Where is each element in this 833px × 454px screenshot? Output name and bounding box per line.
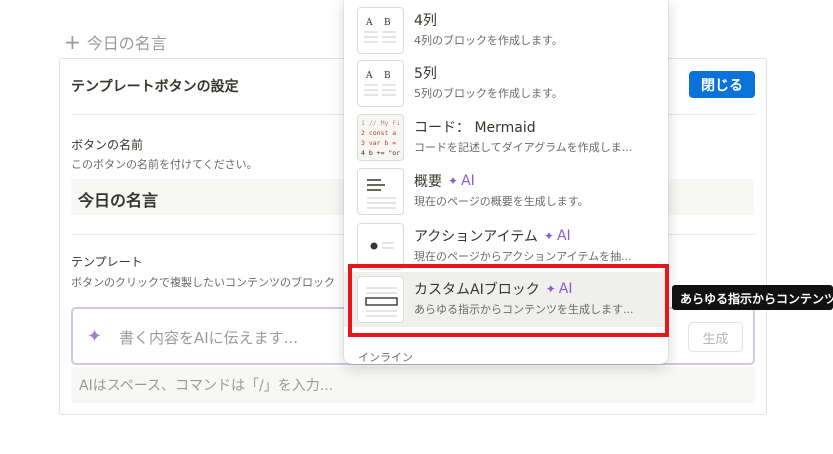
template-help: ボタンのクリックで複製したいコンテンツのブロック [71, 276, 335, 289]
menu-item-title: コード： Mermaid [414, 120, 536, 136]
menu-item-desc: 5列のブロックを作成します。 [414, 87, 563, 100]
background-heading-text: 今日の名言 [86, 34, 167, 53]
menu-item-title: 5列 [414, 66, 437, 82]
svg-text:1 // My Fi: 1 // My Fi [361, 119, 400, 127]
button-name-help: このボタンの名前を付けてください。 [71, 158, 258, 171]
svg-text:3 var b =: 3 var b = [361, 139, 396, 147]
menu-item-title: 4列 [414, 13, 437, 29]
menu-item-desc: 現在のページからアクションアイテムを抽... [414, 250, 632, 263]
thumb-letter: A [365, 71, 373, 81]
thumb-letter: B [384, 18, 391, 28]
menu-item-title: アクションアイテム ✦ AI [414, 228, 571, 245]
ai-prompt-input[interactable]: 書く内容をAIに伝えます... [119, 327, 298, 348]
plus-icon: + [64, 30, 81, 54]
close-button[interactable]: 閉じる [689, 71, 755, 98]
menu-item-4-columns[interactable]: A B 4列 4列のブロックを作成します。 [344, 3, 668, 58]
menu-item-5-columns[interactable]: A B 5列 5列のブロックを作成します。 [344, 56, 668, 111]
menu-item-code-mermaid[interactable]: 1 // My Fi 2 const a 3 var b = 4 b += "o… [344, 110, 668, 165]
summary-thumbnail-icon [357, 168, 404, 215]
button-name-label: ボタンの名前 [71, 138, 144, 152]
action-items-thumbnail-icon [357, 223, 404, 270]
template-editor[interactable]: AIはスペース、コマンドは「/」を入力... [71, 367, 755, 403]
ai-badge: ✦ AI [448, 173, 475, 189]
ai-sparkle-icon: ✦ [543, 229, 554, 243]
menu-item-desc: 4列のブロックを作成します。 [414, 34, 563, 47]
ai-badge: ✦ AI [543, 228, 571, 244]
section-label-inline: インライン [358, 351, 413, 364]
columns-thumbnail-icon: A B [357, 60, 404, 107]
svg-text:4 b += "or: 4 b += "or [361, 149, 400, 157]
menu-item-title: 概要 ✦ AI [414, 173, 475, 190]
template-label: テンプレート [71, 255, 143, 269]
code-thumbnail-icon: 1 // My Fi 2 const a 3 var b = 4 b += "o… [357, 114, 404, 161]
menu-item-desc: 現在のページの概要を生成します。 [414, 195, 589, 208]
app-root: + 今日の名言 テンプレートボタンの設定 閉じる ボタンの名前 このボタンの名前… [0, 0, 833, 454]
menu-item-desc: コードを記述してダイアグラムを作成しま... [414, 141, 633, 154]
generate-button[interactable]: 生成 [688, 322, 743, 352]
highlight-box [348, 264, 669, 337]
thumb-letter: A [365, 18, 373, 28]
columns-thumbnail-icon: A B [357, 7, 404, 54]
panel-title: テンプレートボタンの設定 [71, 79, 239, 95]
ai-sparkle-icon: ✦ [87, 326, 103, 347]
background-heading[interactable]: + 今日の名言 [64, 30, 167, 54]
thumb-letter: B [384, 71, 391, 81]
menu-item-summary[interactable]: 概要 ✦ AI 現在のページの概要を生成します。 [344, 164, 668, 219]
tooltip: あらゆる指示からコンテンツを生成します。 [672, 285, 833, 310]
svg-text:2 const a: 2 const a [361, 129, 396, 137]
ai-sparkle-icon: ✦ [448, 174, 459, 188]
